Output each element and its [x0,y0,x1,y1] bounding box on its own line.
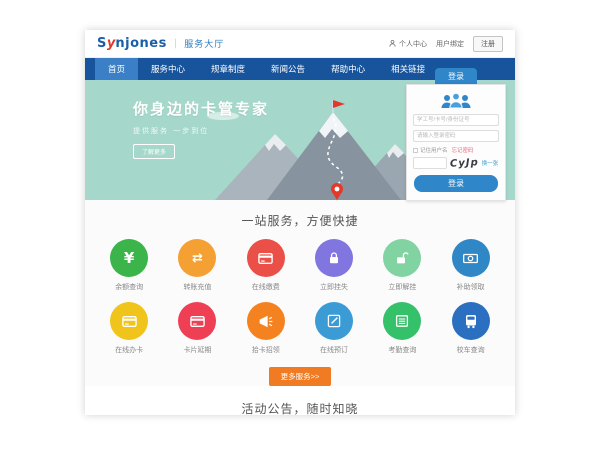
forgot-password-link[interactable]: 忘记密码 [452,146,474,154]
service-subsidy[interactable]: 补助领取 [436,239,504,292]
list-icon [394,313,410,329]
service-report-loss[interactable]: 立即挂失 [300,239,368,292]
service-unfreeze[interactable]: 立即解挂 [368,239,436,292]
yuan-icon: ¥ [124,251,134,266]
logo-arrow: y [107,36,115,51]
person-icon [388,39,397,48]
service-pay-online[interactable]: 在线缴费 [232,239,300,292]
service-transfer[interactable]: ⇄ 转账充值 [163,239,231,292]
remember-row: 记住用户名 忘记密码 [413,146,499,154]
login-submit-button[interactable]: 登录 [414,175,498,192]
login-tab[interactable]: 登录 [435,68,477,84]
more-services-button[interactable]: 更多服务>> [269,367,332,386]
hero-title: 你身边的卡管专家 [133,98,269,119]
bank-card-icon [189,313,206,330]
captcha-input[interactable] [413,157,447,169]
login-card: 记住用户名 忘记密码 CyJp 换一张 登录 [406,84,506,201]
nav-item-news[interactable]: 新闻公告 [258,58,318,80]
service-card-extension[interactable]: 卡片延期 [163,302,231,355]
site-page: Synjones | 服务大厅 个人中心 用户绑定 注册 首页 服务中心 规章制… [85,30,515,415]
bank-card-icon [121,313,138,330]
logo[interactable]: Synjones [97,36,167,51]
transfer-arrows-icon: ⇄ [192,252,203,265]
hero-subtitle: 提供服务 一步到位 [133,126,269,136]
service-school-bus[interactable]: 校车查询 [436,302,504,355]
top-header: Synjones | 服务大厅 个人中心 用户绑定 注册 [85,30,515,58]
remember-label: 记住用户名 [420,146,448,154]
edit-icon [326,313,342,329]
personal-center-link[interactable]: 个人中心 [388,39,427,49]
captcha-row: CyJp 换一张 [413,157,499,169]
unlock-icon [394,250,410,266]
register-button[interactable]: 注册 [473,36,503,52]
megaphone-icon [257,313,274,330]
login-panel: 登录 记住用户名 忘记密码 CyJp 换一张 登录 [406,68,506,201]
account-input[interactable] [413,114,499,126]
password-input[interactable] [413,130,499,142]
banknote-icon [462,250,479,267]
nav-item-service-center[interactable]: 服务中心 [138,58,198,80]
header-divider: | [174,38,177,49]
nav-item-help[interactable]: 帮助中心 [318,58,378,80]
user-bind-link[interactable]: 用户绑定 [436,39,464,49]
service-online-booking[interactable]: 在线预订 [300,302,368,355]
announcements-title: 活动公告，随时知晓 [85,400,515,415]
bank-card-icon [257,250,274,267]
users-group-icon [439,93,473,109]
bus-icon [463,313,479,329]
service-lost-found[interactable]: 拾卡招领 [232,302,300,355]
service-apply-card[interactable]: 在线办卡 [95,302,163,355]
hero-more-button[interactable]: 了解更多 [133,144,175,159]
site-name: 服务大厅 [184,37,224,50]
hero-text: 你身边的卡管专家 提供服务 一步到位 了解更多 [133,98,269,159]
remember-checkbox[interactable] [413,148,418,153]
services-grid: ¥ 余额查询 ⇄ 转账充值 在线缴费 立即挂失 [85,229,515,365]
services-title: 一站服务，方便快捷 [85,212,515,229]
captcha-refresh-link[interactable]: 换一张 [482,159,499,167]
service-attendance[interactable]: 考勤查询 [368,302,436,355]
header-right: 个人中心 用户绑定 注册 [388,36,503,52]
nav-item-home[interactable]: 首页 [95,58,138,80]
lock-icon [326,250,342,266]
captcha-image[interactable]: CyJp [450,157,479,169]
services-section: 一站服务，方便快捷 ¥ 余额查询 ⇄ 转账充值 在线缴费 立即挂失 [85,200,515,386]
logo-text: S [97,36,107,51]
nav-item-rules[interactable]: 规章制度 [198,58,258,80]
service-balance[interactable]: ¥ 余额查询 [95,239,163,292]
